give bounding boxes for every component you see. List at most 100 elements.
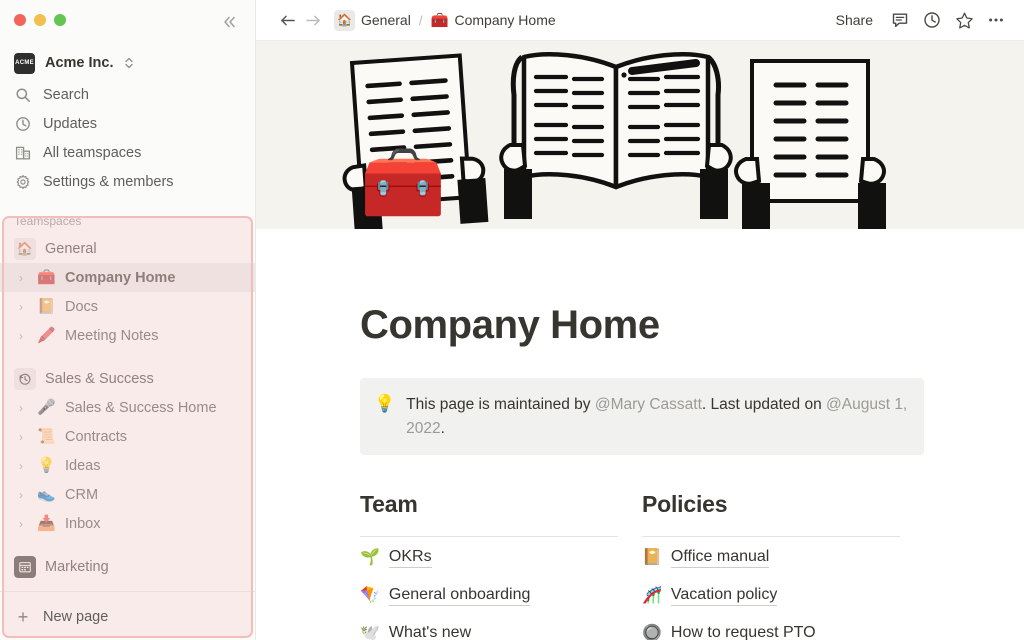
- close-window-button[interactable]: [14, 14, 26, 26]
- page-link-how-to-request-pto[interactable]: 🔘 How to request PTO: [642, 617, 900, 640]
- two-column-layout: Team 🌱 OKRs 🪁 General onboarding 🕊️ What…: [360, 491, 924, 640]
- scroll-icon: 📜: [37, 428, 56, 445]
- lightbulb-icon: 💡: [374, 394, 396, 413]
- main-content: 🏠 General / 🧰 Company Home Share 🧰 Compa…: [256, 0, 1024, 640]
- page-label: Sales & Success Home: [65, 399, 217, 416]
- favorite-star-icon[interactable]: [950, 6, 978, 34]
- page-body: Company Home 💡 This page is maintained b…: [256, 303, 1024, 640]
- column-heading: Policies: [642, 491, 728, 518]
- column-team: Team 🌱 OKRs 🪁 General onboarding 🕊️ What…: [360, 491, 642, 640]
- chevron-right-icon[interactable]: ›: [14, 272, 28, 284]
- gear-icon: [14, 173, 32, 191]
- sidebar-teamspace-marketing[interactable]: Marketing: [0, 552, 255, 581]
- sidebar-divider: [0, 591, 255, 592]
- search-icon: [14, 86, 32, 104]
- page-link-vacation-policy[interactable]: 🎢 Vacation policy: [642, 579, 900, 613]
- workspace-switcher[interactable]: ACME Acme Inc.: [0, 46, 255, 80]
- shoe-icon: 👟: [37, 486, 56, 503]
- page-link-okrs[interactable]: 🌱 OKRs: [360, 541, 618, 575]
- breadcrumb-toolbox-icon: 🧰: [430, 12, 449, 29]
- page-link-whats-new[interactable]: 🕊️ What's new: [360, 617, 618, 640]
- back-button[interactable]: [274, 7, 300, 33]
- sidebar-page-meeting-notes[interactable]: › 🖍️ Meeting Notes: [0, 321, 255, 350]
- page-label: Docs: [65, 298, 99, 315]
- chevron-right-icon[interactable]: ›: [14, 330, 28, 342]
- teamspace-label: Sales & Success: [45, 370, 154, 387]
- page-label: Company Home: [65, 269, 176, 286]
- notebook-icon: 📔: [37, 298, 56, 315]
- page-link-label: Vacation policy: [670, 586, 778, 607]
- buildings-icon: [14, 144, 32, 162]
- comments-icon[interactable]: [886, 6, 914, 34]
- breadcrumb-company-home[interactable]: Company Home: [455, 12, 556, 28]
- dove-icon: 🕊️: [360, 625, 380, 640]
- new-page-label: New page: [43, 609, 109, 625]
- sidebar-item-search[interactable]: Search: [0, 80, 255, 109]
- minimize-window-button[interactable]: [34, 14, 46, 26]
- sidebar-page-crm[interactable]: › 👟 CRM: [0, 480, 255, 509]
- page-link-label: General onboarding: [388, 586, 531, 607]
- sidebar-page-docs[interactable]: › 📔 Docs: [0, 292, 255, 321]
- callout-text-after: .: [440, 419, 445, 437]
- sidebar-page-sales-success-home[interactable]: › 🎤 Sales & Success Home: [0, 393, 255, 422]
- calendar-icon: [14, 555, 36, 578]
- sidebar-item-label: Settings & members: [43, 173, 174, 190]
- page-link-general-onboarding[interactable]: 🪁 General onboarding: [360, 579, 618, 613]
- breadcrumb-separator: /: [418, 12, 423, 28]
- kite-icon: 🪁: [360, 587, 380, 605]
- chevron-right-icon[interactable]: ›: [14, 431, 28, 443]
- forward-button[interactable]: [300, 7, 326, 33]
- window-controls: [0, 0, 255, 40]
- share-button[interactable]: Share: [827, 7, 882, 33]
- breadcrumb-general[interactable]: General: [361, 12, 411, 28]
- sidebar-item-label: All teamspaces: [43, 144, 142, 161]
- page-title[interactable]: Company Home: [360, 303, 1024, 348]
- ferris-wheel-icon: 🎢: [642, 587, 662, 605]
- pen-icon: 🖍️: [37, 327, 56, 344]
- teamspaces-section-label: Teamspaces: [14, 214, 82, 228]
- topbar: 🏠 General / 🧰 Company Home Share: [256, 0, 1024, 41]
- microphone-icon: 🎤: [37, 399, 56, 416]
- new-page-button[interactable]: + New page: [0, 600, 251, 634]
- sidebar-page-ideas[interactable]: › 💡 Ideas: [0, 451, 255, 480]
- clock-icon: [14, 115, 32, 133]
- maximize-window-button[interactable]: [54, 14, 66, 26]
- teamspaces-section: Teamspaces 🏠 General › 🧰 Company Home › …: [0, 208, 255, 592]
- page-link-label: How to request PTO: [671, 624, 816, 640]
- topbar-actions: Share: [827, 6, 1010, 34]
- chevron-right-icon[interactable]: ›: [14, 402, 28, 414]
- page-label: CRM: [65, 486, 99, 503]
- sidebar-page-inbox[interactable]: › 📥 Inbox: [0, 509, 255, 538]
- history-icon[interactable]: [918, 6, 946, 34]
- workspace-logo: ACME: [14, 52, 35, 74]
- sidebar-page-company-home[interactable]: › 🧰 Company Home: [0, 263, 255, 292]
- teamspace-label: Marketing: [45, 558, 109, 575]
- page-link-office-manual[interactable]: 📔 Office manual: [642, 541, 900, 575]
- page-label: Contracts: [65, 428, 128, 445]
- chevron-right-icon[interactable]: ›: [14, 489, 28, 501]
- sidebar-page-contracts[interactable]: › 📜 Contracts: [0, 422, 255, 451]
- more-options-icon[interactable]: [982, 6, 1010, 34]
- app-window: ACME Acme Inc. Search Updates All teamsp…: [0, 0, 1024, 640]
- callout-block[interactable]: 💡 This page is maintained by @Mary Cassa…: [360, 378, 924, 456]
- notebook-icon: 📔: [642, 549, 662, 567]
- sidebar-item-updates[interactable]: Updates: [0, 109, 255, 138]
- breadcrumb-house-icon[interactable]: 🏠: [334, 9, 355, 31]
- page-icon-toolbox[interactable]: 🧰: [360, 148, 446, 217]
- sidebar-item-settings-members[interactable]: Settings & members: [0, 167, 255, 196]
- sidebar-teamspace-general[interactable]: 🏠 General: [0, 234, 255, 263]
- page-link-label: OKRs: [388, 548, 432, 569]
- divider: [642, 536, 900, 538]
- sidebar-teamspace-sales-success[interactable]: Sales & Success: [0, 364, 255, 393]
- teamspace-label: General: [45, 240, 97, 257]
- lightbulb-icon: 💡: [37, 457, 56, 474]
- chevron-right-icon[interactable]: ›: [14, 460, 28, 472]
- collapse-sidebar-icon[interactable]: [219, 11, 241, 33]
- mention-person[interactable]: @Mary Cassatt: [595, 396, 702, 413]
- seedling-icon: 🌱: [360, 549, 380, 567]
- sidebar-item-label: Updates: [43, 115, 98, 132]
- chevron-right-icon[interactable]: ›: [14, 518, 28, 530]
- sidebar-item-all-teamspaces[interactable]: All teamspaces: [0, 138, 255, 167]
- chevron-right-icon[interactable]: ›: [14, 301, 28, 313]
- page-label: Meeting Notes: [65, 327, 159, 344]
